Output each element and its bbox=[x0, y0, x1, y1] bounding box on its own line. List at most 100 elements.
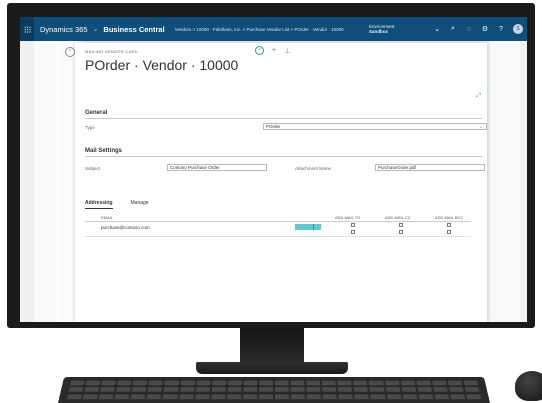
cell-divider bbox=[313, 224, 314, 230]
table-header: EMAIL ADD MAIL TO ADD MAIL CC ADD MAIL B… bbox=[85, 213, 471, 222]
keyboard-key bbox=[431, 380, 447, 386]
back-arrow-icon[interactable]: ‹ bbox=[65, 47, 75, 57]
keyboard-key bbox=[386, 394, 402, 399]
keyboard-key bbox=[100, 387, 115, 393]
keyboard-key bbox=[68, 387, 84, 393]
addressing-table: EMAIL ADD MAIL TO ADD MAIL CC ADD MAIL B… bbox=[85, 213, 471, 241]
company-switcher[interactable]: Environment Sandbox bbox=[369, 24, 429, 34]
keyboard-key bbox=[243, 387, 258, 393]
keyboard-key bbox=[117, 380, 132, 386]
keyboard-key bbox=[211, 380, 226, 386]
type-select[interactable]: POrder ⌄ bbox=[263, 123, 487, 130]
keyboard-key bbox=[148, 380, 164, 386]
keyboard-key bbox=[338, 387, 353, 393]
monitor: Dynamics 365 ⌄ Business Central Vendors … bbox=[7, 3, 535, 328]
email-cell[interactable]: purchase@contoso.com bbox=[101, 225, 150, 230]
page-title: POrder · Vendor · 10000 bbox=[85, 57, 239, 73]
add-icon[interactable]: + bbox=[272, 47, 276, 54]
subject-input[interactable]: Contoso Purchase Order bbox=[167, 164, 267, 171]
column-header-add-mail-to[interactable]: ADD MAIL TO bbox=[335, 215, 360, 220]
keyboard-key bbox=[146, 394, 162, 399]
keyboard-key bbox=[417, 387, 432, 393]
breadcrumb[interactable]: Vendors > 10000 · Fabrikam, Inc. > Purch… bbox=[175, 27, 369, 32]
add-mail-cc-checkbox[interactable] bbox=[399, 230, 403, 234]
help-icon[interactable]: ? bbox=[493, 26, 509, 33]
card-actions: ✓ + ⊥ bbox=[255, 46, 290, 55]
keyboard-key bbox=[130, 394, 146, 399]
tab-bar: Addressing Manage bbox=[85, 200, 149, 209]
subject-value: Contoso Purchase Order bbox=[170, 165, 220, 170]
avatar[interactable]: S bbox=[513, 24, 523, 34]
keyboard-key bbox=[180, 380, 195, 386]
keyboard-key bbox=[306, 380, 321, 386]
add-mail-bcc-checkbox[interactable] bbox=[447, 223, 451, 227]
chevron-down-icon[interactable]: ⌄ bbox=[429, 25, 445, 33]
keyboard-key bbox=[179, 387, 194, 393]
keyboard-key bbox=[243, 380, 258, 386]
keyboard-key bbox=[337, 380, 352, 386]
keyboard-key bbox=[463, 380, 479, 386]
section-mail-settings[interactable]: Mail Settings bbox=[85, 148, 482, 157]
waffle-icon bbox=[23, 25, 31, 33]
type-label: Type bbox=[85, 125, 95, 130]
check-icon[interactable]: ✓ bbox=[255, 46, 264, 55]
gear-icon[interactable]: ⚙ bbox=[477, 25, 493, 33]
attachment-name-input[interactable]: PurchaseOrder.pdf bbox=[375, 164, 485, 171]
tab-addressing[interactable]: Addressing bbox=[85, 200, 113, 209]
table-row[interactable] bbox=[85, 237, 471, 241]
keyboard-key bbox=[227, 380, 242, 386]
company-name: Sandbox bbox=[369, 29, 389, 34]
column-header-add-mail-bcc[interactable]: ADD MAIL BCC bbox=[435, 215, 463, 220]
keyboard-key bbox=[385, 387, 401, 393]
chevron-down-icon[interactable]: ⌄ bbox=[93, 25, 99, 33]
chevron-down-icon: ⌄ bbox=[478, 124, 483, 130]
keyboard-key bbox=[210, 394, 226, 399]
keyboard-key bbox=[370, 394, 386, 399]
search-icon[interactable]: ⌕ bbox=[445, 25, 461, 33]
pin-icon[interactable]: ⊥ bbox=[284, 47, 290, 55]
add-mail-cc-checkbox[interactable] bbox=[399, 223, 403, 227]
keyboard-key bbox=[369, 380, 384, 386]
keyboard bbox=[58, 377, 490, 403]
add-mail-to-checkbox[interactable] bbox=[351, 230, 355, 234]
section-general[interactable]: General bbox=[85, 110, 482, 119]
app-top-bar: Dynamics 365 ⌄ Business Central Vendors … bbox=[20, 17, 527, 41]
keyboard-key bbox=[194, 394, 210, 399]
keyboard-key bbox=[369, 387, 385, 393]
bell-icon[interactable]: ◌ bbox=[461, 26, 477, 33]
product-name: Business Central bbox=[103, 24, 165, 34]
keyboard-key bbox=[418, 394, 434, 399]
keyboard-key bbox=[402, 394, 418, 399]
keyboard-key bbox=[227, 387, 242, 393]
expand-icon[interactable]: ⤢ bbox=[476, 93, 481, 100]
keyboard-key bbox=[450, 394, 466, 399]
keyboard-key bbox=[114, 394, 130, 399]
keyboard-key bbox=[82, 394, 98, 399]
column-header-email[interactable]: EMAIL bbox=[101, 215, 113, 220]
selected-cell[interactable] bbox=[295, 224, 321, 230]
keyboard-key bbox=[466, 394, 482, 399]
add-mail-bcc-checkbox[interactable] bbox=[447, 230, 451, 234]
keyboard-key bbox=[147, 387, 163, 393]
attachment-name-label: Attachment Name bbox=[295, 166, 332, 171]
table-row[interactable]: purchase@contoso.com bbox=[85, 222, 471, 237]
app-launcher-button[interactable] bbox=[20, 17, 34, 41]
keyboard-key bbox=[226, 394, 242, 399]
keyboard-key bbox=[400, 380, 415, 386]
keyboard-key bbox=[132, 387, 147, 393]
tab-manage[interactable]: Manage bbox=[131, 200, 149, 209]
keyboard-key bbox=[195, 387, 210, 393]
attachment-name-value: PurchaseOrder.pdf bbox=[378, 165, 416, 170]
keyboard-key bbox=[306, 394, 322, 399]
keyboard-key bbox=[416, 380, 431, 386]
add-mail-to-checkbox[interactable] bbox=[351, 223, 355, 227]
keyboard-key bbox=[85, 380, 101, 386]
stacked-page bbox=[490, 41, 520, 322]
keyboard-key bbox=[259, 380, 274, 386]
keyboard-key bbox=[163, 387, 179, 393]
keyboard-key bbox=[290, 380, 305, 386]
brand-name[interactable]: Dynamics 365 bbox=[40, 25, 88, 34]
column-header-add-mail-cc[interactable]: ADD MAIL CC bbox=[385, 215, 411, 220]
keyboard-key bbox=[322, 380, 337, 386]
keyboard-key bbox=[116, 387, 131, 393]
